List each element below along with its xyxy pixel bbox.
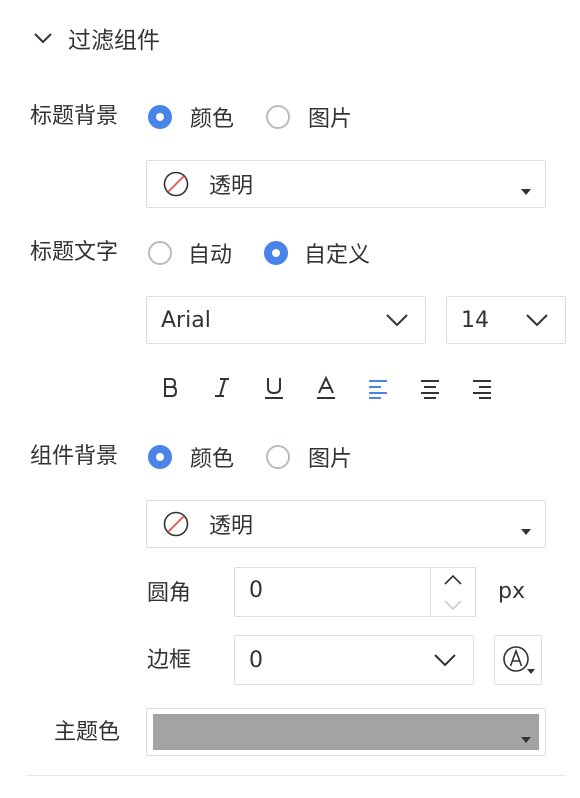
color-value: 透明 xyxy=(209,514,254,539)
caret-down-icon xyxy=(521,737,531,743)
theme-color-select[interactable] xyxy=(146,708,546,756)
radio-label: 自动 xyxy=(188,243,233,268)
corner-radius-unit: px xyxy=(498,579,525,604)
title-background-label: 标题背景 xyxy=(30,104,119,129)
border-color-button[interactable] xyxy=(494,635,542,685)
font-family-select[interactable]: Arial xyxy=(146,296,426,344)
title-background-color-select[interactable]: 透明 xyxy=(146,160,546,208)
radio-label: 颜色 xyxy=(190,447,235,472)
stepper-buttons xyxy=(430,568,475,616)
radio-unchecked-circle[interactable] xyxy=(266,445,291,469)
radio-label: 图片 xyxy=(308,107,353,132)
chevron-down-icon xyxy=(526,314,548,327)
title-text-auto-radio[interactable]: 自动 xyxy=(148,237,232,269)
corner-radius-value: 0 xyxy=(249,578,263,603)
decrement-icon[interactable] xyxy=(442,598,464,612)
no-color-icon xyxy=(163,171,189,197)
title-text-custom-radio[interactable]: 自定义 xyxy=(264,237,370,269)
bold-icon[interactable] xyxy=(155,373,185,403)
radio-unchecked-circle[interactable] xyxy=(266,105,291,129)
corner-radius-stepper[interactable]: 0 xyxy=(234,567,476,617)
font-family-value: Arial xyxy=(161,307,211,333)
component-background-color-radio[interactable]: 颜色 xyxy=(148,441,234,473)
font-size-value: 14 xyxy=(461,307,489,333)
radio-checked-circle[interactable] xyxy=(148,105,172,129)
theme-color-label: 主题色 xyxy=(54,720,121,745)
color-value: 透明 xyxy=(209,174,254,199)
align-right-icon[interactable] xyxy=(467,373,497,403)
caret-down-icon xyxy=(521,529,531,535)
radio-label: 自定义 xyxy=(304,243,371,268)
title-background-color-radio[interactable]: 颜色 xyxy=(148,101,234,133)
radio-label: 图片 xyxy=(308,447,353,472)
theme-color-swatch xyxy=(153,714,539,750)
font-size-select[interactable]: 14 xyxy=(446,296,566,344)
border-label: 边框 xyxy=(147,648,192,673)
format-toolbar xyxy=(155,373,497,403)
italic-icon[interactable] xyxy=(207,373,237,403)
align-left-icon[interactable] xyxy=(363,373,393,403)
component-background-image-radio[interactable]: 图片 xyxy=(266,441,352,473)
border-select[interactable]: 0 xyxy=(234,635,474,685)
title-background-image-radio[interactable]: 图片 xyxy=(266,101,352,133)
chevron-down-icon[interactable] xyxy=(32,27,54,49)
border-color-icon xyxy=(503,646,535,674)
increment-icon[interactable] xyxy=(442,573,464,587)
underline-icon[interactable] xyxy=(259,373,289,403)
radio-label: 颜色 xyxy=(190,107,235,132)
divider xyxy=(26,775,566,776)
section-title: 过滤组件 xyxy=(68,28,160,54)
radio-checked-circle[interactable] xyxy=(148,445,172,469)
corner-radius-label: 圆角 xyxy=(147,581,192,606)
font-color-icon[interactable] xyxy=(311,373,341,403)
chevron-down-icon xyxy=(386,314,408,327)
component-background-label: 组件背景 xyxy=(30,444,119,469)
component-background-radio-group: 颜色 图片 xyxy=(148,442,382,472)
title-text-label: 标题文字 xyxy=(30,240,119,265)
component-background-color-select[interactable]: 透明 xyxy=(146,500,546,548)
title-background-radio-group: 颜色 图片 xyxy=(148,102,382,132)
radio-checked-circle[interactable] xyxy=(264,241,289,265)
caret-down-icon xyxy=(521,189,531,195)
border-value: 0 xyxy=(249,647,263,673)
align-center-icon[interactable] xyxy=(415,373,445,403)
title-text-radio-group: 自动 自定义 xyxy=(148,238,400,268)
section-header[interactable]: 过滤组件 xyxy=(32,20,160,56)
radio-unchecked-circle[interactable] xyxy=(148,241,172,265)
chevron-down-icon xyxy=(434,654,456,667)
no-color-icon xyxy=(163,511,189,537)
